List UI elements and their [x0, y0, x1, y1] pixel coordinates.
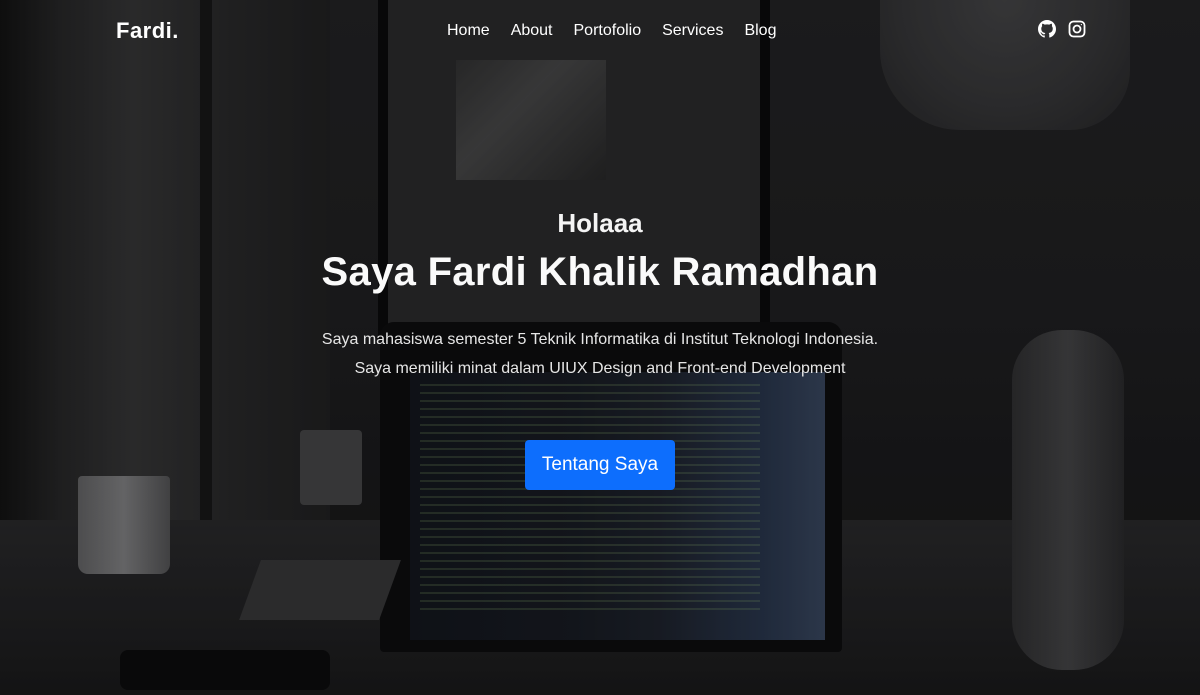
nav-link-blog[interactable]: Blog [744, 22, 776, 40]
navbar: Fardi. Home About Portofolio Services Bl… [0, 0, 1200, 66]
hero-description-line-2: Saya memiliki minat dalam UIUX Design an… [354, 360, 846, 377]
hero-title: Saya Fardi Khalik Ramadhan [321, 250, 879, 294]
instagram-icon[interactable] [1068, 20, 1086, 38]
nav-link-about[interactable]: About [511, 22, 553, 40]
nav-link-home[interactable]: Home [447, 22, 490, 40]
nav-link-services[interactable]: Services [662, 22, 723, 40]
hero-greeting: Holaaa [557, 208, 643, 238]
about-me-button[interactable]: Tentang Saya [525, 440, 675, 490]
nav-link-portofolio[interactable]: Portofolio [574, 22, 642, 40]
hero-description: Saya mahasiswa semester 5 Teknik Informa… [0, 325, 1200, 383]
nav-links: Home About Portofolio Services Blog [447, 22, 797, 40]
github-icon[interactable] [1038, 20, 1056, 38]
brand-logo[interactable]: Fardi. [116, 18, 179, 44]
hero-description-line-1: Saya mahasiswa semester 5 Teknik Informa… [321, 331, 879, 348]
social-links [1038, 20, 1086, 38]
